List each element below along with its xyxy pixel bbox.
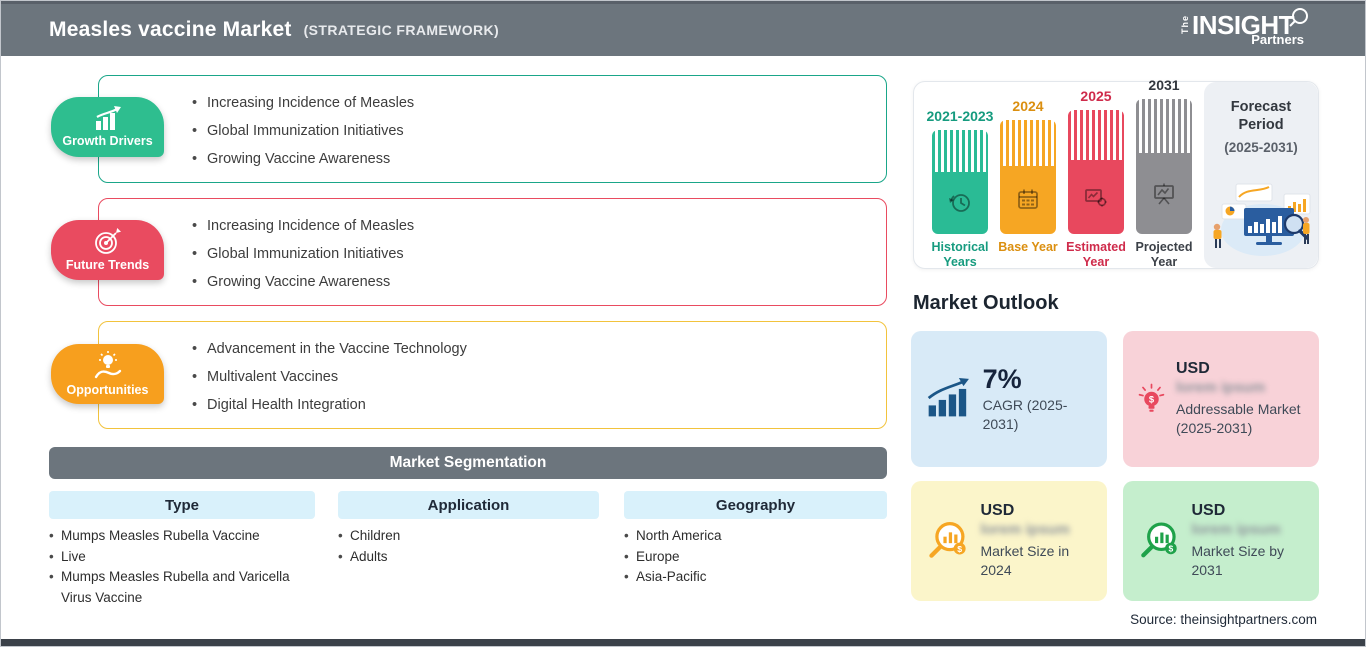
analytics-illustration — [1213, 183, 1311, 256]
bulb-dollar-icon: $ — [1138, 383, 1165, 412]
bar-caption: Base Year — [998, 240, 1058, 254]
list-item: Europe — [624, 547, 864, 568]
opportunities-list: Advancement in the Vaccine Technology Mu… — [192, 335, 886, 419]
list-item: Mumps Measles Rubella and Varicella Viru… — [49, 567, 311, 608]
usd-label: USD — [1191, 502, 1226, 519]
history-clock-icon — [949, 193, 970, 212]
future-trends-list: Increasing Incidence of Measles Global I… — [192, 212, 886, 296]
list-item: Children — [338, 526, 578, 547]
list-item: Increasing Incidence of Measles — [192, 212, 886, 240]
cagr-card: 7% CAGR (2025-2031) — [911, 331, 1107, 467]
card-caption: Addressable Market (2025-2031) — [1176, 401, 1301, 436]
insight-partners-logo: The INSIGHT Partners — [1180, 8, 1310, 47]
source-attribution: Source: theinsightpartners.com — [1130, 612, 1317, 627]
list-item: Global Immunization Initiatives — [192, 117, 886, 145]
svg-text:$: $ — [1149, 394, 1155, 404]
growth-bars-arrow-icon — [927, 377, 969, 417]
list-item: Live — [49, 547, 311, 568]
future-trends-badge: Future Trends — [51, 220, 164, 280]
forecast-period-range: (2025-2031) — [1224, 140, 1298, 155]
header-bar: Measles vaccine Market (STRATEGIC FRAMEW… — [1, 1, 1365, 56]
list-item: Mumps Measles Rubella Vaccine — [49, 526, 311, 547]
growth-drivers-badge: Growth Drivers — [51, 97, 164, 157]
list-item: Adults — [338, 547, 578, 568]
magnifier-lens-icon — [1289, 8, 1308, 27]
base-year-bar — [1000, 120, 1056, 234]
segmentation-title: Market Segmentation — [389, 454, 547, 471]
growth-chart-icon — [95, 106, 121, 130]
infographic-page: Measles vaccine Market (STRATEGIC FRAMEW… — [0, 0, 1366, 647]
calendar-icon — [1018, 189, 1038, 209]
bar-year-label: 2031 — [1148, 77, 1180, 93]
list-item: Advancement in the Vaccine Technology — [192, 335, 886, 363]
segment-list-application: Children Adults — [338, 526, 578, 567]
list-item: Multivalent Vaccines — [192, 363, 886, 391]
market-outlook-title: Market Outlook — [913, 292, 1059, 314]
badge-label: Opportunities — [66, 383, 149, 397]
market-size-2031-card: $ USD lorem ipsum Market Size by 2031 — [1123, 481, 1319, 601]
estimated-year-bar — [1068, 110, 1124, 234]
bulb-hand-icon — [94, 351, 121, 379]
segment-list-geography: North America Europe Asia-Pacific — [624, 526, 864, 588]
blurred-value: lorem ipsum — [1176, 379, 1266, 396]
cagr-value: 7% — [982, 364, 1022, 394]
bar-caption: Historical Years — [931, 240, 989, 269]
list-item: Growing Vaccine Awareness — [192, 145, 886, 173]
usd-label: USD — [980, 502, 1015, 519]
historical-years-bar — [932, 130, 988, 234]
segment-header-type: Type — [49, 491, 315, 519]
growth-drivers-box: Increasing Incidence of Measles Global I… — [98, 75, 887, 183]
chart-gear-icon — [1085, 188, 1107, 207]
forecast-period-title: Forecast Period — [1230, 99, 1292, 133]
magnifier-chart-icon: $ — [1141, 522, 1177, 558]
segment-header-geography: Geography — [624, 491, 887, 519]
list-item: Digital Health Integration — [192, 391, 886, 419]
bar-caption: Projected Year — [1135, 240, 1193, 269]
badge-label: Future Trends — [65, 258, 150, 272]
list-item: Increasing Incidence of Measles — [192, 89, 886, 117]
bar-caption: Estimated Year — [1066, 240, 1126, 269]
opportunities-box: Advancement in the Vaccine Technology Mu… — [98, 321, 887, 429]
blurred-value: lorem ipsum — [980, 521, 1070, 538]
forecast-period-panel: Forecast Period (2025-2031) — [1204, 82, 1318, 268]
blurred-value: lorem ipsum — [1191, 521, 1281, 538]
growth-drivers-list: Increasing Incidence of Measles Global I… — [192, 89, 886, 173]
segment-list-type: Mumps Measles Rubella Vaccine Live Mumps… — [49, 526, 311, 608]
usd-label: USD — [1176, 360, 1210, 377]
addressable-market-card: $ USD lorem ipsum Addressable Market (20… — [1123, 331, 1319, 467]
svg-text:$: $ — [1169, 544, 1174, 554]
future-trends-box: Increasing Incidence of Measles Global I… — [98, 198, 887, 306]
market-segmentation-bar: Market Segmentation — [49, 447, 887, 479]
card-caption: Market Size by 2031 — [1191, 543, 1285, 578]
projection-screen-icon — [1154, 183, 1174, 205]
magnifier-chart-icon: $ — [929, 522, 966, 558]
cagr-label: CAGR (2025-2031) — [982, 397, 1068, 432]
segment-header-application: Application — [338, 491, 599, 519]
list-item: North America — [624, 526, 864, 547]
market-size-2024-card: $ USD lorem ipsum Market Size in 2024 — [911, 481, 1107, 601]
page-title: Measles vaccine Market — [49, 18, 292, 41]
bottom-border-strip — [1, 639, 1365, 646]
list-item: Global Immunization Initiatives — [192, 240, 886, 268]
list-item: Growing Vaccine Awareness — [192, 268, 886, 296]
list-item: Asia-Pacific — [624, 567, 864, 588]
page-subtitle: (STRATEGIC FRAMEWORK) — [303, 22, 500, 38]
badge-label: Growth Drivers — [62, 134, 153, 148]
logo-the-text: The — [1180, 15, 1191, 35]
years-timeline-card: Forecast Period (2025-2031) 2021-2023 20… — [913, 77, 1319, 269]
opportunities-badge: Opportunities — [51, 344, 164, 404]
svg-text:$: $ — [957, 544, 962, 554]
projected-year-bar — [1136, 99, 1192, 234]
card-caption: Market Size in 2024 — [980, 543, 1070, 578]
target-dart-icon — [94, 228, 121, 254]
